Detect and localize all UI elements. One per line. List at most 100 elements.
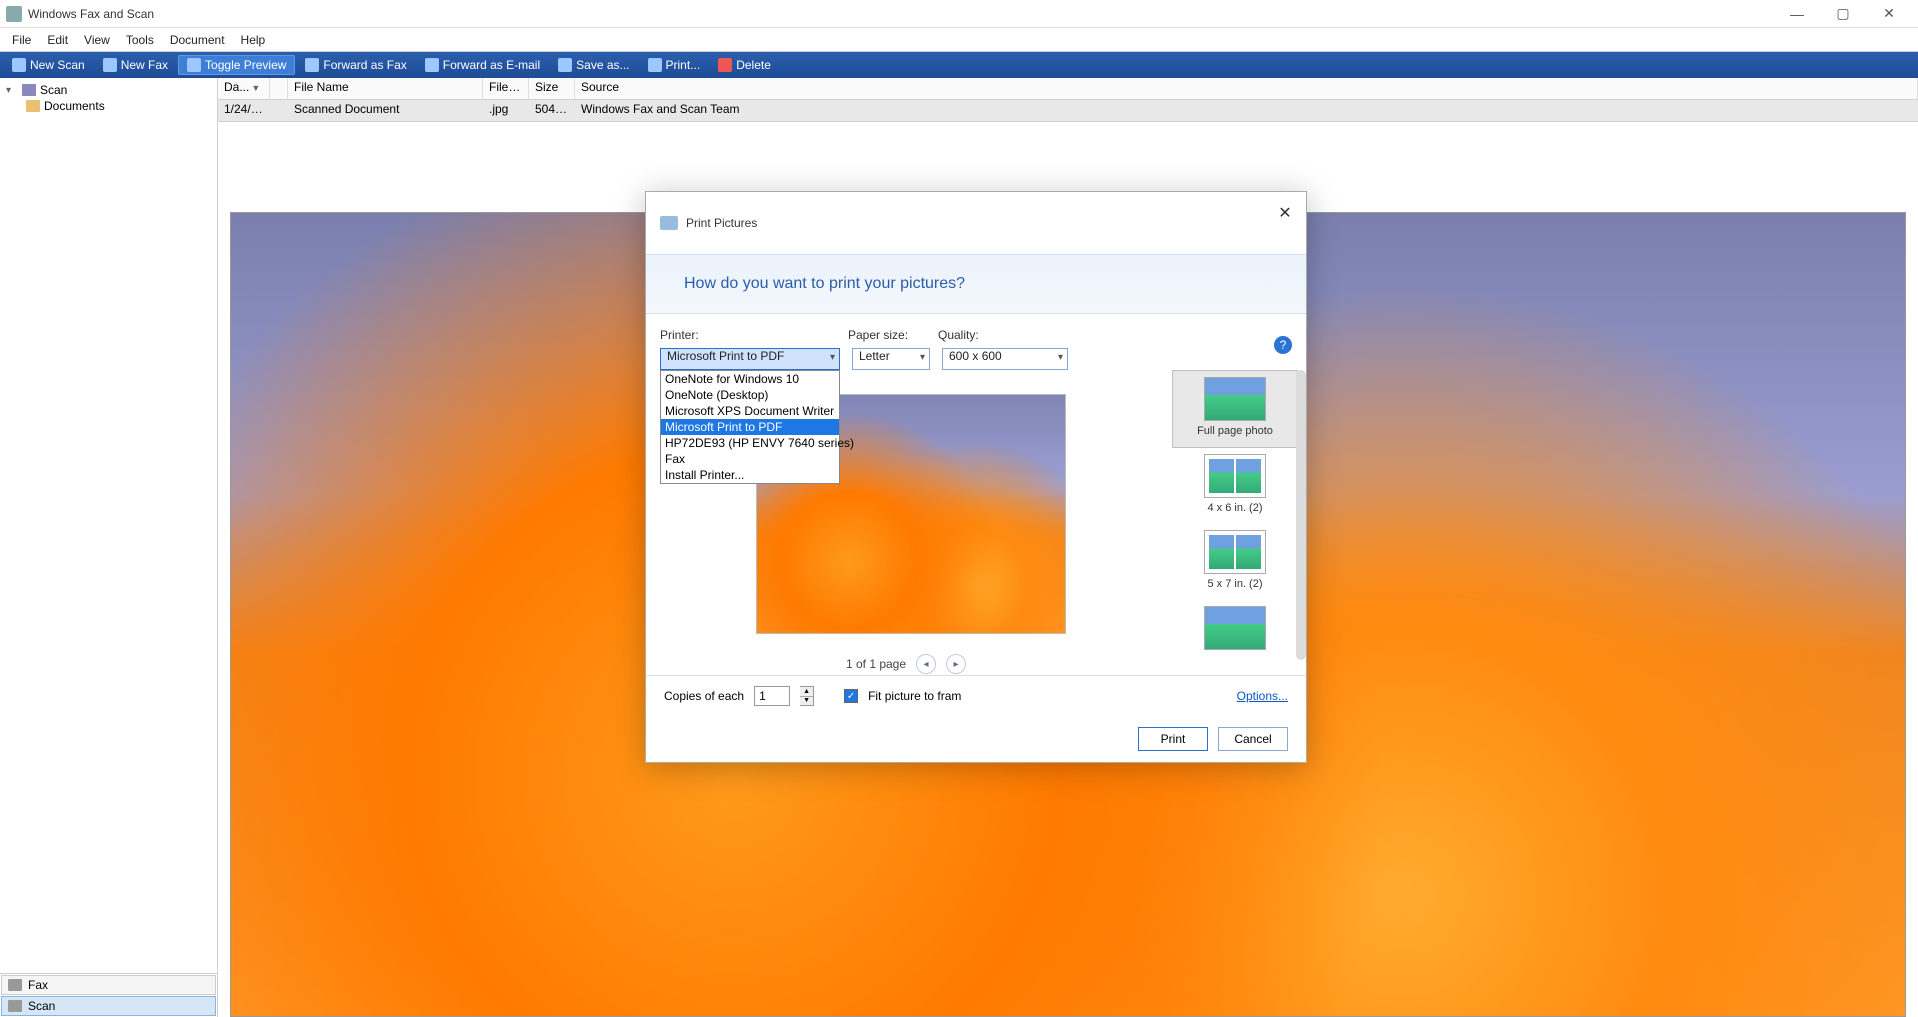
printer-label: Printer:: [660, 328, 848, 342]
options-link[interactable]: Options...: [1237, 689, 1288, 703]
pager-text: 1 of 1 page: [846, 657, 906, 671]
forward-email-button[interactable]: Forward as E-mail: [417, 56, 548, 74]
layout-full-page[interactable]: Full page photo: [1172, 370, 1298, 448]
paper-size-label: Paper size:: [848, 328, 938, 342]
maximize-button[interactable]: ▢: [1820, 0, 1866, 28]
list-row[interactable]: 1/24/2... Scanned Document .jpg 504.3...…: [218, 100, 1918, 122]
sidebar-fax-button[interactable]: Fax: [1, 975, 216, 995]
sidebar-bottom: Fax Scan: [0, 973, 217, 1017]
copies-input[interactable]: [754, 686, 790, 706]
printer-select[interactable]: Microsoft Print to PDF ▾: [660, 348, 840, 370]
layout-label: 4 x 6 in. (2): [1172, 502, 1298, 514]
cell-date: 1/24/2...: [218, 100, 270, 121]
printer-option[interactable]: HP72DE93 (HP ENVY 7640 series): [661, 435, 839, 451]
copies-label: Copies of each: [664, 689, 744, 703]
layout-list: Full page photo 4 x 6 in. (2) 5 x 7 in. …: [1172, 370, 1298, 667]
menu-document[interactable]: Document: [162, 31, 233, 49]
sort-desc-icon: ▼: [251, 83, 260, 93]
toolbar: New Scan New Fax Toggle Preview Forward …: [0, 52, 1918, 78]
layout-thumb: [1204, 454, 1266, 498]
pager-prev-button[interactable]: ◂: [916, 654, 936, 674]
printer-option[interactable]: Fax: [661, 451, 839, 467]
menu-view[interactable]: View: [76, 31, 118, 49]
fit-checkbox[interactable]: ✓: [844, 689, 858, 703]
menu-help[interactable]: Help: [233, 31, 274, 49]
minimize-button[interactable]: —: [1774, 0, 1820, 28]
preview-icon: [187, 58, 201, 72]
paper-size-select[interactable]: Letter ▾: [852, 348, 930, 370]
layout-scrollbar[interactable]: [1296, 370, 1306, 660]
layout-label: Full page photo: [1173, 425, 1297, 437]
menu-tools[interactable]: Tools: [118, 31, 162, 49]
printer-option-selected[interactable]: Microsoft Print to PDF: [661, 419, 839, 435]
layout-thumb: [1204, 377, 1266, 421]
save-as-button[interactable]: Save as...: [550, 56, 637, 74]
col-spacer[interactable]: [270, 78, 288, 99]
dialog-heading: How do you want to print your pictures?: [646, 254, 1306, 314]
cancel-button[interactable]: Cancel: [1218, 727, 1288, 751]
printer-option-install[interactable]: Install Printer...: [661, 467, 839, 483]
print-pictures-dialog: Print Pictures ✕ How do you want to prin…: [645, 191, 1307, 763]
toggle-preview-button[interactable]: Toggle Preview: [178, 55, 295, 75]
cell-spacer: [270, 100, 288, 121]
col-filetype[interactable]: File T...: [483, 78, 529, 99]
layout-label: 5 x 7 in. (2): [1172, 578, 1298, 590]
sidebar: ▾ Scan Documents Fax Scan: [0, 78, 218, 1017]
scan-small-icon: [8, 1000, 22, 1012]
layout-5x7[interactable]: 5 x 7 in. (2): [1172, 524, 1298, 600]
chevron-down-icon: ▾: [1058, 352, 1063, 363]
print-button[interactable]: Print...: [640, 56, 709, 74]
quality-label: Quality:: [938, 328, 979, 342]
quality-select[interactable]: 600 x 600 ▾: [942, 348, 1068, 370]
print-dialog-icon: [660, 216, 678, 230]
new-scan-button[interactable]: New Scan: [4, 56, 93, 74]
expander-icon[interactable]: ▾: [6, 85, 18, 96]
col-date[interactable]: Da...▼: [218, 78, 270, 99]
cell-source: Windows Fax and Scan Team: [575, 100, 1918, 121]
content-area: Da...▼ File Name File T... Size Source 1…: [218, 78, 1918, 1017]
chevron-down-icon: ▾: [830, 352, 835, 363]
printer-option[interactable]: OneNote for Windows 10: [661, 371, 839, 387]
delete-button[interactable]: Delete: [710, 56, 779, 74]
list-header: Da...▼ File Name File T... Size Source: [218, 78, 1918, 100]
copies-spinner[interactable]: ▲▼: [800, 686, 814, 706]
layout-4x6[interactable]: 4 x 6 in. (2): [1172, 448, 1298, 524]
sidebar-scan-button[interactable]: Scan: [1, 996, 216, 1016]
layout-thumb: [1204, 606, 1266, 650]
fax-icon: [103, 58, 117, 72]
app-icon: [6, 6, 22, 22]
quality-value: 600 x 600: [949, 349, 1002, 363]
forward-fax-button[interactable]: Forward as Fax: [297, 56, 414, 74]
dialog-body: Printer: Paper size: Quality: Microsoft …: [646, 314, 1306, 675]
col-size[interactable]: Size: [529, 78, 575, 99]
col-source[interactable]: Source: [575, 78, 1918, 99]
chevron-down-icon: ▾: [920, 352, 925, 363]
layout-more[interactable]: [1172, 600, 1298, 664]
cell-size: 504.3...: [529, 100, 575, 121]
folder-tree: ▾ Scan Documents: [0, 78, 217, 973]
forward-email-icon: [425, 58, 439, 72]
printer-option[interactable]: Microsoft XPS Document Writer: [661, 403, 839, 419]
menu-edit[interactable]: Edit: [39, 31, 76, 49]
forward-fax-icon: [305, 58, 319, 72]
tree-node-documents[interactable]: Documents: [26, 98, 211, 114]
save-icon: [558, 58, 572, 72]
help-icon[interactable]: ?: [1274, 336, 1292, 354]
cell-filetype: .jpg: [483, 100, 529, 121]
menu-file[interactable]: File: [4, 31, 39, 49]
tree-node-scan[interactable]: ▾ Scan: [6, 82, 211, 98]
printer-dropdown: OneNote for Windows 10 OneNote (Desktop)…: [660, 370, 840, 484]
scan-folder-icon: [22, 84, 36, 96]
printer-option[interactable]: OneNote (Desktop): [661, 387, 839, 403]
close-button[interactable]: ✕: [1866, 0, 1912, 28]
scanner-icon: [12, 58, 26, 72]
dialog-footer-options: Copies of each ▲▼ ✓ Fit picture to fram …: [646, 676, 1306, 716]
dialog-close-button[interactable]: ✕: [1272, 200, 1298, 226]
dialog-footer-buttons: Print Cancel: [646, 716, 1306, 762]
new-fax-button[interactable]: New Fax: [95, 56, 176, 74]
print-confirm-button[interactable]: Print: [1138, 727, 1208, 751]
dialog-titlebar: Print Pictures ✕: [646, 192, 1306, 254]
titlebar: Windows Fax and Scan — ▢ ✕: [0, 0, 1918, 28]
pager-next-button[interactable]: ▸: [946, 654, 966, 674]
col-filename[interactable]: File Name: [288, 78, 483, 99]
